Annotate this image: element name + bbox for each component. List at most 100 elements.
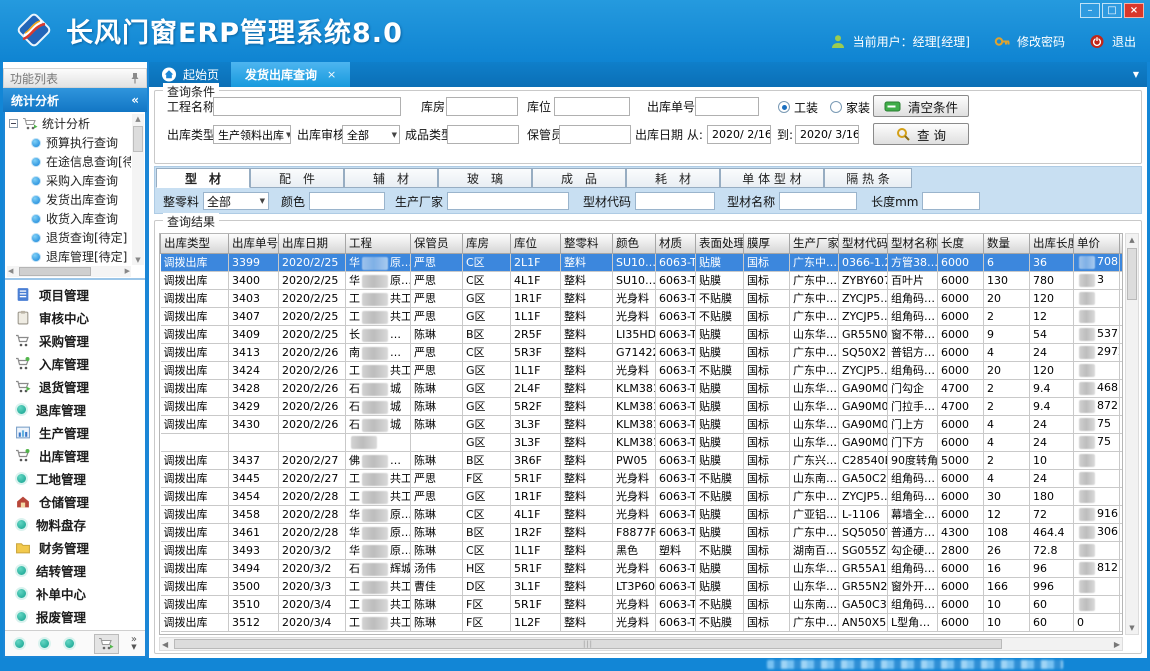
sidebar-section-header[interactable]: 统计分析 «	[3, 88, 147, 112]
scroll-right-icon[interactable]: ▶	[1114, 640, 1120, 649]
warehouse-input[interactable]	[446, 97, 518, 116]
scroll-thumb[interactable]	[133, 126, 143, 152]
sidebar-menu-item[interactable]: 采购管理	[5, 329, 145, 352]
table-row[interactable]: 调拨出库33992020/2/25华原…严思C区2L1F整料SU10…6063-…	[161, 253, 1124, 271]
scroll-left-icon[interactable]: ◀	[8, 267, 13, 275]
table-row[interactable]: 调拨出库34072020/2/25工共工程严思G区1L1F整料光身料6063-T…	[161, 307, 1124, 325]
column-header[interactable]: 长度	[938, 234, 984, 253]
column-header[interactable]: 出库单号	[229, 234, 279, 253]
column-header[interactable]: 膜厚	[744, 234, 790, 253]
scroll-up-icon[interactable]: ▲	[1126, 236, 1138, 244]
tree-item[interactable]: 发货出库查询	[9, 190, 131, 209]
column-header[interactable]: 保管员	[411, 234, 463, 253]
table-row[interactable]: 调拨出库34452020/2/27工共工程严思F区5R1F整料光身料6063-T…	[161, 469, 1124, 487]
tree-item[interactable]: 采购入库查询	[9, 171, 131, 190]
length-input[interactable]	[922, 192, 980, 210]
column-header[interactable]: 颜色	[613, 234, 656, 253]
table-row[interactable]: 调拨出库34242020/2/26工共工程严思G区1L1F整料光身料6063-T…	[161, 361, 1124, 379]
radio-home-install[interactable]: 家装	[830, 97, 870, 117]
sidebar-menu-item[interactable]: 退货管理	[5, 375, 145, 398]
scroll-thumb[interactable]: |||	[174, 639, 1002, 649]
material-tab[interactable]: 型 材	[156, 168, 250, 188]
material-tab[interactable]: 隔 热 条	[824, 168, 912, 188]
sidebar-menu-item[interactable]: 入库管理	[5, 352, 145, 375]
scroll-up-icon[interactable]: ▲	[132, 115, 144, 123]
table-row[interactable]: 调拨出库34542020/2/28工共工程严思G区1R1F整料光身料6063-T…	[161, 487, 1124, 505]
sidebar-menu-item[interactable]: 财务管理	[5, 536, 145, 559]
column-header[interactable]: 表面处理	[696, 234, 744, 253]
column-header[interactable]: 金额	[1120, 234, 1124, 253]
date-from-select[interactable]: 2020/ 2/16▼	[707, 125, 771, 144]
sidebar-menu-item[interactable]: 仓储管理	[5, 490, 145, 513]
zl-select[interactable]: 全部▼	[203, 192, 269, 210]
table-row[interactable]: 调拨出库35122020/3/4工共工程陈琳F区1L2F整料光身料6063-T5…	[161, 613, 1124, 631]
tab-close-icon[interactable]: ×	[327, 68, 336, 81]
column-header[interactable]: 工程	[346, 234, 411, 253]
table-row[interactable]: G区3L3F整料KLM38176063-T5贴膜国标山东华…GA90M09.门下…	[161, 433, 1124, 451]
profile-code-input[interactable]	[635, 192, 715, 210]
column-header[interactable]: 数量	[984, 234, 1030, 253]
project-name-input[interactable]	[213, 97, 401, 116]
table-row[interactable]: 调拨出库34092020/2/25长…陈琳B区2R5F整料LI35HD6063-…	[161, 325, 1124, 343]
audit-select[interactable]: 全部▼	[342, 125, 400, 144]
radio-work-install[interactable]: 工装	[778, 97, 818, 117]
profile-name-input[interactable]	[779, 192, 857, 210]
tree-item[interactable]: 收货入库查询	[9, 209, 131, 228]
table-row[interactable]: 调拨出库34032020/2/25工共工程严思G区1R1F整料光身料6063-T…	[161, 289, 1124, 307]
column-header[interactable]: 库位	[511, 234, 561, 253]
sidebar-menu-item[interactable]: 审核中心	[5, 306, 145, 329]
tree-item[interactable]: 退库管理[待定]	[9, 247, 131, 266]
sidebar-menu-item[interactable]: 生产管理	[5, 421, 145, 444]
dot-icon[interactable]	[38, 637, 51, 650]
tree-root[interactable]: 统计分析	[9, 114, 131, 133]
maximize-button[interactable]: □	[1102, 3, 1122, 18]
scroll-right-icon[interactable]: ▶	[125, 267, 130, 275]
clear-conditions-button[interactable]: 清空条件	[873, 95, 969, 117]
table-row[interactable]: 调拨出库34002020/2/25华原…严思C区4L1F整料SU10…6063-…	[161, 271, 1124, 289]
tree-item[interactable]: 退货查询[待定]	[9, 228, 131, 247]
tree-item[interactable]: 在途信息查询[待	[9, 152, 131, 171]
scroll-left-icon[interactable]: ◀	[162, 640, 168, 649]
column-header[interactable]: 型材代码	[839, 234, 888, 253]
pin-icon[interactable]	[130, 72, 140, 84]
date-to-select[interactable]: 2020/ 3/16▼	[795, 125, 859, 144]
more-buttons-chevron[interactable]: »▼	[131, 636, 137, 651]
column-header[interactable]: 出库类型	[161, 234, 229, 253]
table-row[interactable]: 调拨出库35102020/3/4工共工程陈琳F区5R1F整料光身料6063-T5…	[161, 595, 1124, 613]
scroll-down-icon[interactable]: ▼	[1126, 624, 1138, 632]
material-tab[interactable]: 单 体 型 材	[720, 168, 824, 188]
sidebar-menu-item[interactable]: 物料盘存	[5, 513, 145, 536]
tree-vertical-scrollbar[interactable]: ▲ ▼	[132, 114, 144, 265]
out-type-select[interactable]: 生产领料出库▼	[213, 125, 291, 144]
dot-icon[interactable]	[13, 637, 26, 650]
location-input[interactable]	[554, 97, 630, 116]
close-button[interactable]: ×	[1124, 3, 1144, 18]
tree-horizontal-scrollbar[interactable]: ◀ ▶	[7, 266, 131, 277]
table-row[interactable]: 调拨出库35002020/3/3工共工程曹佳D区3L1F整料LT3P606063…	[161, 577, 1124, 595]
table-row[interactable]: 调拨出库34292020/2/26石城陈琳G区5R2F整料KLM38176063…	[161, 397, 1124, 415]
cart-button[interactable]	[94, 634, 119, 654]
sidebar-menu-item[interactable]: 补单中心	[5, 582, 145, 605]
sidebar-menu-item[interactable]: 项目管理	[5, 283, 145, 306]
table-vertical-scrollbar[interactable]: ▲ ▼	[1125, 233, 1139, 635]
material-tab[interactable]: 成 品	[532, 168, 626, 188]
collapse-chevrons-icon[interactable]: «	[131, 93, 139, 107]
sidebar-menu-item[interactable]: 出库管理	[5, 444, 145, 467]
tree-item[interactable]: 预算执行查询	[9, 133, 131, 152]
column-header[interactable]: 出库长度	[1030, 234, 1074, 253]
search-button[interactable]: 查 询	[873, 123, 969, 145]
tree-collapse-icon[interactable]	[9, 119, 18, 128]
table-row[interactable]: 调拨出库34372020/2/27佛…陈琳B区3R6F整料PW056063-T5…	[161, 451, 1124, 469]
column-header[interactable]: 材质	[656, 234, 696, 253]
table-row[interactable]: 调拨出库34942020/3/2石辉城汤伟H区5R1F整料光身料6063-T5贴…	[161, 559, 1124, 577]
material-tab[interactable]: 玻 璃	[438, 168, 532, 188]
tab-overflow-caret-icon[interactable]: ▼	[1133, 70, 1147, 79]
scroll-thumb[interactable]	[19, 267, 91, 276]
table-horizontal-scrollbar[interactable]: ◀ ||| ▶	[159, 637, 1123, 651]
scroll-thumb[interactable]	[1127, 248, 1137, 300]
scroll-down-icon[interactable]: ▼	[132, 256, 144, 264]
table-row[interactable]: 调拨出库34612020/2/28华原…陈琳B区1R2F整料F8877FT606…	[161, 523, 1124, 541]
column-header[interactable]: 整零料	[561, 234, 613, 253]
sidebar-menu-item[interactable]: 报废管理	[5, 605, 145, 628]
sidebar-menu-item[interactable]: 退库管理	[5, 398, 145, 421]
